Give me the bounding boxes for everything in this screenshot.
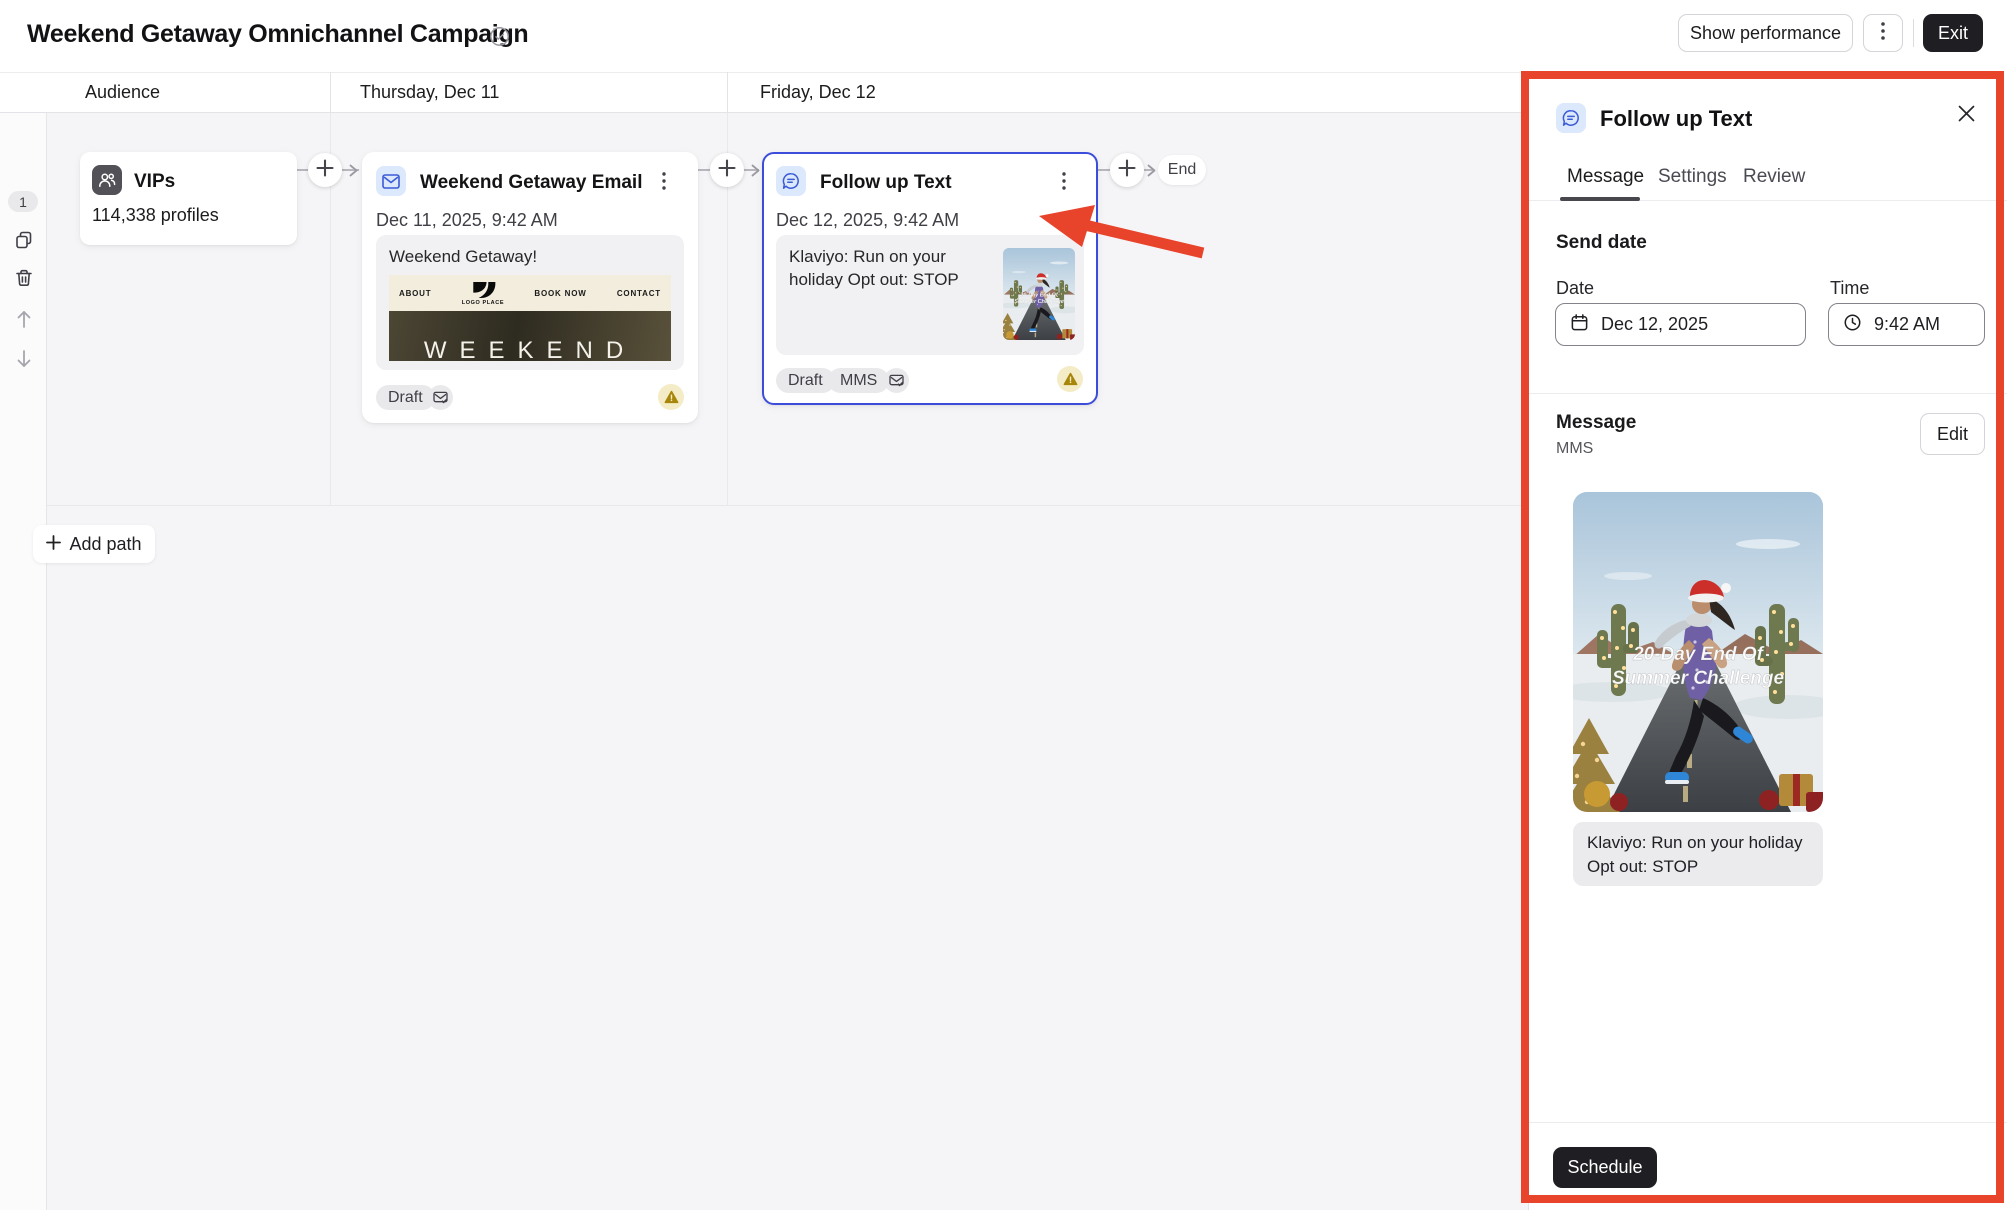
email-mock: ABOUT LOGO PLACE BOOK NOW CONTACT WEEKEN… — [389, 275, 671, 361]
sms-step-card[interactable]: Follow up Text Dec 12, 2025, 9:42 AM Kla… — [762, 152, 1098, 405]
email-preview: Weekend Getaway! ABOUT LOGO PLACE BOOK N… — [376, 235, 684, 370]
calendar-icon — [1570, 313, 1589, 337]
date-field-label: Date — [1556, 278, 1594, 299]
email-status-badge: Draft — [376, 385, 435, 410]
plus-icon — [316, 159, 334, 182]
message-bubble-line1: Klaviyo: Run on your holiday — [1587, 831, 1809, 855]
audience-icon — [92, 165, 122, 195]
audience-profile-count: 114,338 profiles — [92, 205, 219, 226]
check-circle-icon — [489, 26, 510, 47]
close-icon — [1958, 105, 1975, 127]
email-send-datetime: Dec 11, 2025, 9:42 AM — [376, 210, 558, 231]
email-nav-book-now: BOOK NOW — [534, 289, 586, 298]
connector-arrow-icon — [751, 164, 760, 182]
email-logo-caption: LOGO PLACE — [462, 300, 504, 306]
message-bubble: Klaviyo: Run on your holiday Opt out: ST… — [1573, 822, 1823, 886]
move-row-up-icon[interactable] — [14, 308, 34, 328]
sms-preview-text: Klaviyo: Run on your holiday Opt out: ST… — [789, 246, 987, 292]
message-channel-label: MMS — [1556, 440, 1593, 458]
delete-row-icon[interactable] — [14, 268, 34, 288]
panel-title: Follow up Text — [1600, 106, 1752, 132]
sms-card-kebab-button[interactable] — [1052, 169, 1076, 193]
plus-icon — [46, 534, 61, 555]
sms-channel-icon — [884, 368, 909, 393]
duplicate-row-icon[interactable] — [14, 230, 34, 250]
column-header-audience: Audience — [85, 82, 160, 103]
exit-button[interactable]: Exit — [1923, 14, 1983, 52]
email-nav-about: ABOUT — [399, 289, 431, 298]
mms-image-preview — [1573, 492, 1823, 812]
time-value: 9:42 AM — [1874, 314, 1940, 335]
clock-icon — [1843, 313, 1862, 337]
sms-preview: Klaviyo: Run on your holiday Opt out: ST… — [776, 235, 1084, 355]
sms-step-title: Follow up Text — [820, 172, 952, 194]
page-title: Weekend Getaway Omnichannel Campaign — [27, 20, 528, 49]
date-value: Dec 12, 2025 — [1601, 314, 1708, 335]
panel-close-button[interactable] — [1952, 102, 1980, 130]
email-subject: Weekend Getaway! — [389, 247, 671, 267]
add-path-button[interactable]: Add path — [33, 525, 155, 563]
connector-arrow-icon — [349, 164, 358, 182]
email-icon — [376, 166, 406, 196]
campaign-builder-app: 20-Day End Of Summer Challenge Weekend G… — [0, 0, 2007, 1210]
grid-line-horizontal — [47, 505, 1528, 506]
footer-divider — [1529, 1122, 2007, 1123]
send-date-heading: Send date — [1556, 232, 1647, 254]
email-hero-image: WEEKEND — [389, 311, 671, 361]
sms-channel-badge: MMS — [828, 368, 889, 393]
move-row-down-icon[interactable] — [14, 348, 34, 368]
sms-status-badge: Draft — [776, 368, 835, 393]
section-divider — [1529, 393, 2007, 394]
email-mock-logo: LOGO PLACE — [462, 281, 504, 306]
email-card-kebab-button[interactable] — [652, 169, 676, 193]
email-nav-contact: CONTACT — [617, 289, 661, 298]
tab-settings[interactable]: Settings — [1658, 166, 1727, 188]
column-separator — [727, 72, 728, 113]
logo-mark-icon — [468, 281, 498, 299]
add-path-label: Add path — [69, 534, 141, 555]
date-input[interactable]: Dec 12, 2025 — [1555, 303, 1806, 346]
schedule-button[interactable]: Schedule — [1553, 1147, 1657, 1188]
time-field-label: Time — [1830, 278, 1869, 299]
active-tab-underline — [1560, 197, 1640, 201]
time-input[interactable]: 9:42 AM — [1828, 303, 1985, 346]
end-node: End — [1158, 155, 1206, 185]
add-step-button[interactable] — [710, 153, 744, 187]
email-channel-icon — [428, 385, 453, 410]
panel-sms-icon — [1556, 103, 1586, 133]
edit-message-button[interactable]: Edit — [1920, 413, 1985, 455]
message-heading: Message — [1556, 412, 1636, 434]
tab-message[interactable]: Message — [1567, 166, 1644, 188]
email-mock-nav: ABOUT LOGO PLACE BOOK NOW CONTACT — [389, 275, 671, 311]
sms-icon — [776, 166, 806, 196]
sms-send-datetime: Dec 12, 2025, 9:42 AM — [776, 210, 959, 231]
sms-warning-icon — [1057, 366, 1083, 392]
connector-arrow-icon — [1147, 164, 1156, 182]
column-header-friday: Friday, Dec 12 — [760, 82, 876, 103]
tab-review[interactable]: Review — [1743, 166, 1805, 188]
sms-preview-image — [1003, 248, 1075, 340]
column-separator — [330, 72, 331, 113]
email-step-title: Weekend Getaway Email — [420, 172, 642, 194]
column-header-thursday: Thursday, Dec 11 — [360, 82, 499, 103]
header-kebab-menu-button[interactable] — [1863, 14, 1903, 52]
add-step-button[interactable] — [308, 153, 342, 187]
audience-name: VIPs — [134, 171, 175, 193]
row-number-badge: 1 — [8, 191, 38, 212]
plus-icon — [1118, 159, 1136, 182]
email-warning-icon — [658, 384, 684, 410]
audience-card[interactable]: VIPs 114,338 profiles — [80, 152, 297, 245]
add-step-button[interactable] — [1110, 153, 1144, 187]
kebab-icon — [1881, 22, 1885, 45]
message-bubble-line2: Opt out: STOP — [1587, 855, 1809, 879]
header-divider — [1913, 19, 1914, 47]
email-step-card[interactable]: Weekend Getaway Email Dec 11, 2025, 9:42… — [362, 152, 698, 423]
show-performance-button[interactable]: Show performance — [1678, 14, 1853, 52]
email-hero-text: WEEKEND — [424, 338, 636, 361]
plus-icon — [718, 159, 736, 182]
